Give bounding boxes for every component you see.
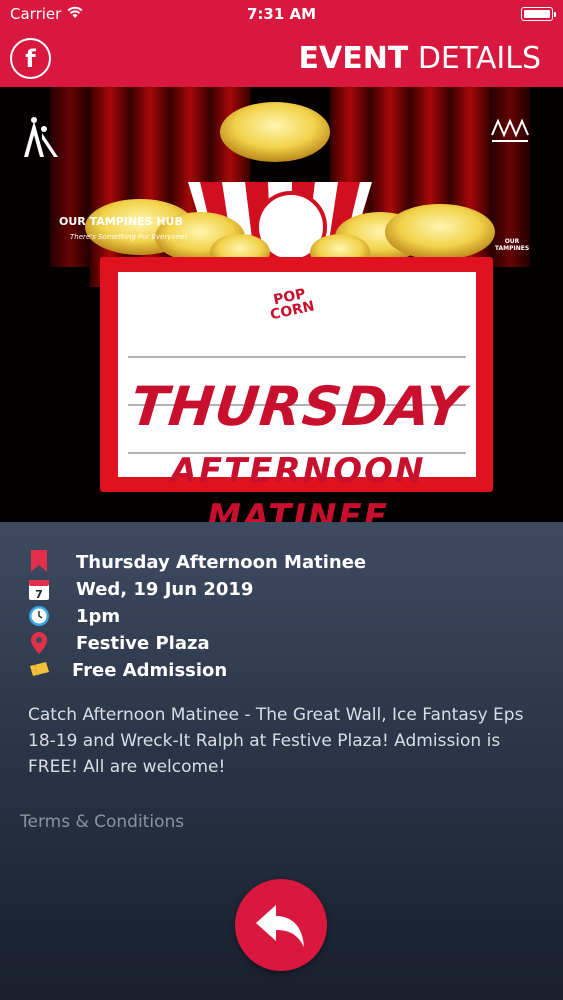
calendar-day: 7 bbox=[35, 588, 43, 601]
back-button[interactable] bbox=[235, 879, 327, 971]
poster-subline-2: MATINEE bbox=[207, 497, 389, 522]
map-pin-icon bbox=[31, 632, 47, 654]
event-location: Festive Plaza bbox=[76, 633, 210, 654]
clock-icon bbox=[29, 606, 49, 626]
terms-link[interactable]: Terms & Conditions bbox=[20, 812, 184, 832]
our-tampines-name: OUR TAMPINES bbox=[494, 238, 530, 252]
event-admission: Free Admission bbox=[72, 660, 228, 681]
clock-time: 7:31 AM bbox=[246, 5, 317, 23]
event-date: Wed, 19 Jun 2019 bbox=[76, 579, 254, 600]
event-time: 1pm bbox=[76, 606, 121, 627]
page-title-light: DETAILS bbox=[417, 41, 541, 76]
back-arrow-icon bbox=[256, 905, 304, 947]
battery-icon bbox=[521, 7, 556, 21]
calendar-icon: 7 bbox=[29, 580, 49, 601]
facebook-icon: f bbox=[25, 44, 36, 73]
page-title-bold: EVENT bbox=[298, 41, 409, 76]
ticket-icon bbox=[30, 662, 49, 676]
event-description: Catch Afternoon Matinee - The Great Wall… bbox=[28, 705, 524, 777]
hub-tagline: There's Something For Everyone! bbox=[70, 233, 188, 241]
event-title: Thursday Afternoon Matinee bbox=[76, 552, 367, 573]
poster-headline: THURSDAY bbox=[127, 375, 469, 438]
page-title: EVENT DETAILS bbox=[298, 38, 541, 80]
hub-name: OUR TAMPINES HUB bbox=[59, 215, 183, 228]
facebook-button[interactable]: f bbox=[10, 38, 51, 79]
app-header: Carrier 7:31 AM f EVENT DETAILS bbox=[0, 0, 563, 87]
event-poster: OUR TAMPINES HUB There's Something For E… bbox=[0, 87, 563, 522]
bookmark-icon bbox=[31, 550, 47, 572]
poster-subline-1: AFTERNOON bbox=[170, 451, 426, 491]
status-bar: Carrier 7:31 AM bbox=[0, 0, 563, 30]
